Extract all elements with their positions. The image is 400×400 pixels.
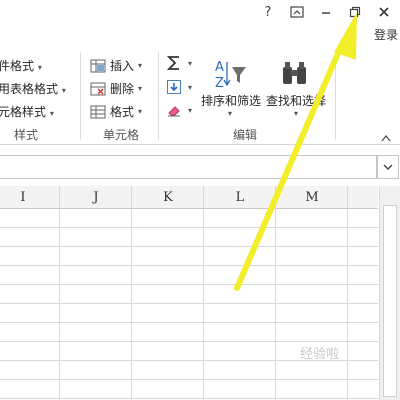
annotation-arrow <box>234 12 357 291</box>
